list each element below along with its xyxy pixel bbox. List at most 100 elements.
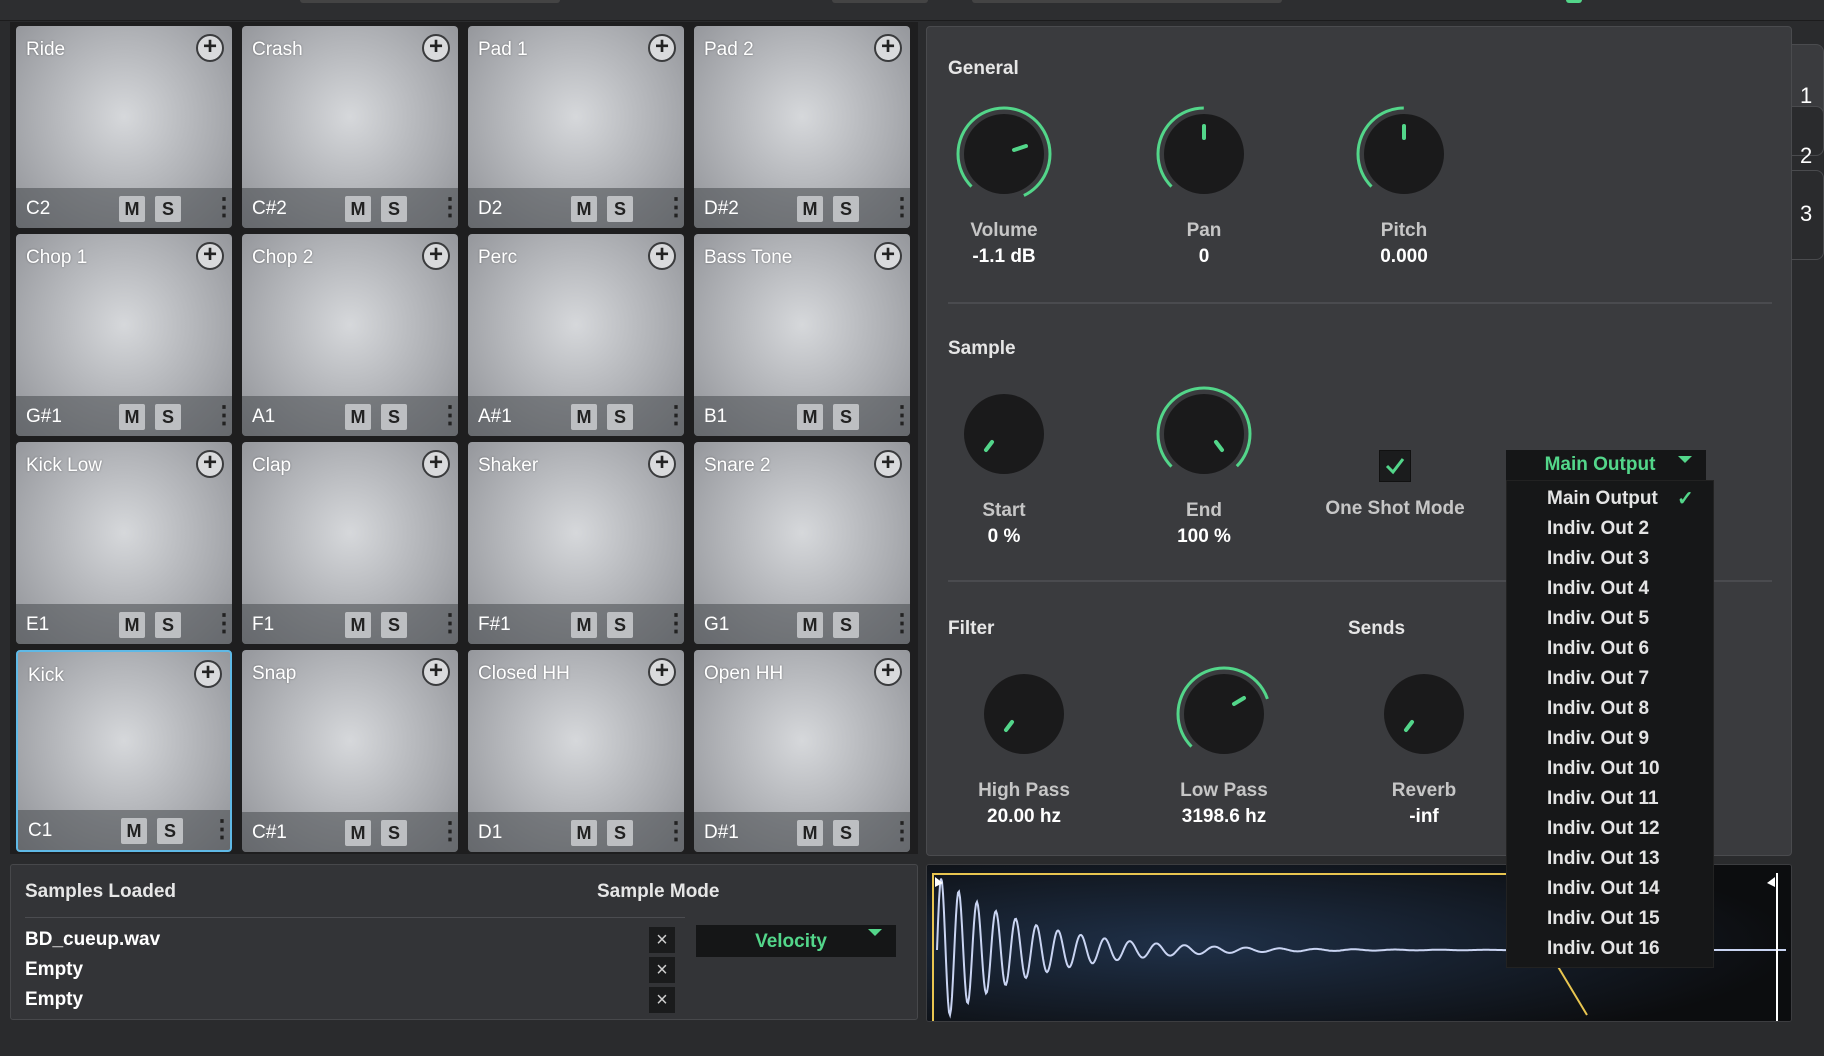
remove-sample-button[interactable]: × <box>649 927 675 953</box>
output-select[interactable]: Main Output <box>1506 450 1706 480</box>
add-sample-icon[interactable]: + <box>196 34 224 62</box>
solo-button[interactable]: S <box>607 196 633 222</box>
mute-button[interactable]: M <box>119 404 145 430</box>
mute-button[interactable]: M <box>797 196 823 222</box>
pad-ride[interactable]: Ride + C2 M S ⋮ <box>16 26 232 228</box>
pad-bass-tone[interactable]: Bass Tone + B1 M S ⋮ <box>694 234 910 436</box>
pitch-knob[interactable] <box>1354 104 1454 204</box>
output-menu-item[interactable]: Indiv. Out 7 <box>1547 668 1649 690</box>
output-menu-item[interactable]: Indiv. Out 13 <box>1547 848 1660 870</box>
toolbar-field[interactable] <box>972 0 1282 3</box>
tab-3[interactable]: 3 <box>1792 170 1824 260</box>
sample-list-item[interactable]: Empty <box>25 959 83 981</box>
pad-menu-icon[interactable]: ⋮ <box>438 402 458 430</box>
pad-menu-icon[interactable]: ⋮ <box>212 610 232 638</box>
output-menu-item[interactable]: Indiv. Out 5 <box>1547 608 1649 630</box>
pad-kick[interactable]: Kick + C1 M S ⋮ <box>16 650 232 852</box>
sample-mode-select[interactable]: Velocity <box>696 925 896 957</box>
tab-2[interactable]: 2 <box>1792 106 1824 168</box>
output-menu-item[interactable]: Indiv. Out 2 <box>1547 518 1649 540</box>
add-sample-icon[interactable]: + <box>648 34 676 62</box>
toolbar-field[interactable] <box>832 0 928 3</box>
solo-button[interactable]: S <box>155 404 181 430</box>
pad-snare-2[interactable]: Snare 2 + G1 M S ⋮ <box>694 442 910 644</box>
output-menu-item[interactable]: Indiv. Out 8 <box>1547 698 1649 720</box>
add-sample-icon[interactable]: + <box>422 34 450 62</box>
pad-menu-icon[interactable]: ⋮ <box>210 816 230 844</box>
pad-shaker[interactable]: Shaker + F#1 M S ⋮ <box>468 442 684 644</box>
solo-button[interactable]: S <box>157 818 183 844</box>
pad-menu-icon[interactable]: ⋮ <box>664 818 684 846</box>
one-shot-checkbox[interactable] <box>1379 450 1411 482</box>
output-menu-item[interactable]: Indiv. Out 3 <box>1547 548 1649 570</box>
high-pass-knob[interactable] <box>974 664 1074 764</box>
mute-button[interactable]: M <box>571 404 597 430</box>
mute-button[interactable]: M <box>571 196 597 222</box>
toolbar-field[interactable] <box>300 0 560 3</box>
add-sample-icon[interactable]: + <box>194 660 222 688</box>
low-pass-knob[interactable] <box>1174 664 1274 764</box>
add-sample-icon[interactable]: + <box>422 242 450 270</box>
add-sample-icon[interactable]: + <box>648 450 676 478</box>
pad-menu-icon[interactable]: ⋮ <box>664 402 684 430</box>
output-menu-item[interactable]: Main Output <box>1547 488 1658 510</box>
mute-button[interactable]: M <box>119 196 145 222</box>
pad-menu-icon[interactable]: ⋮ <box>890 402 910 430</box>
pad-menu-icon[interactable]: ⋮ <box>890 610 910 638</box>
pad-menu-icon[interactable]: ⋮ <box>438 818 458 846</box>
pad-chop-1[interactable]: Chop 1 + G#1 M S ⋮ <box>16 234 232 436</box>
solo-button[interactable]: S <box>833 404 859 430</box>
add-sample-icon[interactable]: + <box>648 242 676 270</box>
end-knob[interactable] <box>1154 384 1254 484</box>
sample-list-item[interactable]: BD_cueup.wav <box>25 929 160 951</box>
start-knob[interactable] <box>954 384 1054 484</box>
pad-menu-icon[interactable]: ⋮ <box>438 610 458 638</box>
output-menu-item[interactable]: Indiv. Out 12 <box>1547 818 1660 840</box>
pad-pad-2[interactable]: Pad 2 + D#2 M S ⋮ <box>694 26 910 228</box>
add-sample-icon[interactable]: + <box>648 658 676 686</box>
add-sample-icon[interactable]: + <box>196 450 224 478</box>
solo-button[interactable]: S <box>155 612 181 638</box>
output-menu-item[interactable]: Indiv. Out 10 <box>1547 758 1660 780</box>
solo-button[interactable]: S <box>833 820 859 846</box>
add-sample-icon[interactable]: + <box>196 242 224 270</box>
add-sample-icon[interactable]: + <box>874 658 902 686</box>
mute-button[interactable]: M <box>345 820 371 846</box>
add-sample-icon[interactable]: + <box>422 450 450 478</box>
solo-button[interactable]: S <box>381 612 407 638</box>
pad-perc[interactable]: Perc + A#1 M S ⋮ <box>468 234 684 436</box>
remove-sample-button[interactable]: × <box>649 987 675 1013</box>
pad-closed-hh[interactable]: Closed HH + D1 M S ⋮ <box>468 650 684 852</box>
solo-button[interactable]: S <box>607 404 633 430</box>
pad-pad-1[interactable]: Pad 1 + D2 M S ⋮ <box>468 26 684 228</box>
mute-button[interactable]: M <box>345 196 371 222</box>
volume-knob[interactable] <box>954 104 1054 204</box>
output-menu-item[interactable]: Indiv. Out 4 <box>1547 578 1649 600</box>
solo-button[interactable]: S <box>607 820 633 846</box>
pad-menu-icon[interactable]: ⋮ <box>890 194 910 222</box>
pad-open-hh[interactable]: Open HH + D#1 M S ⋮ <box>694 650 910 852</box>
solo-button[interactable]: S <box>607 612 633 638</box>
mute-button[interactable]: M <box>345 404 371 430</box>
pad-crash[interactable]: Crash + C#2 M S ⋮ <box>242 26 458 228</box>
output-menu-item[interactable]: Indiv. Out 16 <box>1547 938 1660 960</box>
solo-button[interactable]: S <box>155 196 181 222</box>
solo-button[interactable]: S <box>833 196 859 222</box>
add-sample-icon[interactable]: + <box>422 658 450 686</box>
pan-knob[interactable] <box>1154 104 1254 204</box>
add-sample-icon[interactable]: + <box>874 450 902 478</box>
mute-button[interactable]: M <box>345 612 371 638</box>
pad-menu-icon[interactable]: ⋮ <box>664 194 684 222</box>
pad-clap[interactable]: Clap + F1 M S ⋮ <box>242 442 458 644</box>
mute-button[interactable]: M <box>121 818 147 844</box>
add-sample-icon[interactable]: + <box>874 242 902 270</box>
sample-list-item[interactable]: Empty <box>25 989 83 1011</box>
mute-button[interactable]: M <box>797 820 823 846</box>
output-menu-item[interactable]: Indiv. Out 9 <box>1547 728 1649 750</box>
remove-sample-button[interactable]: × <box>649 957 675 983</box>
output-menu-item[interactable]: Indiv. Out 11 <box>1547 788 1659 810</box>
mute-button[interactable]: M <box>571 612 597 638</box>
mute-button[interactable]: M <box>571 820 597 846</box>
output-menu-item[interactable]: Indiv. Out 6 <box>1547 638 1649 660</box>
pad-chop-2[interactable]: Chop 2 + A1 M S ⋮ <box>242 234 458 436</box>
